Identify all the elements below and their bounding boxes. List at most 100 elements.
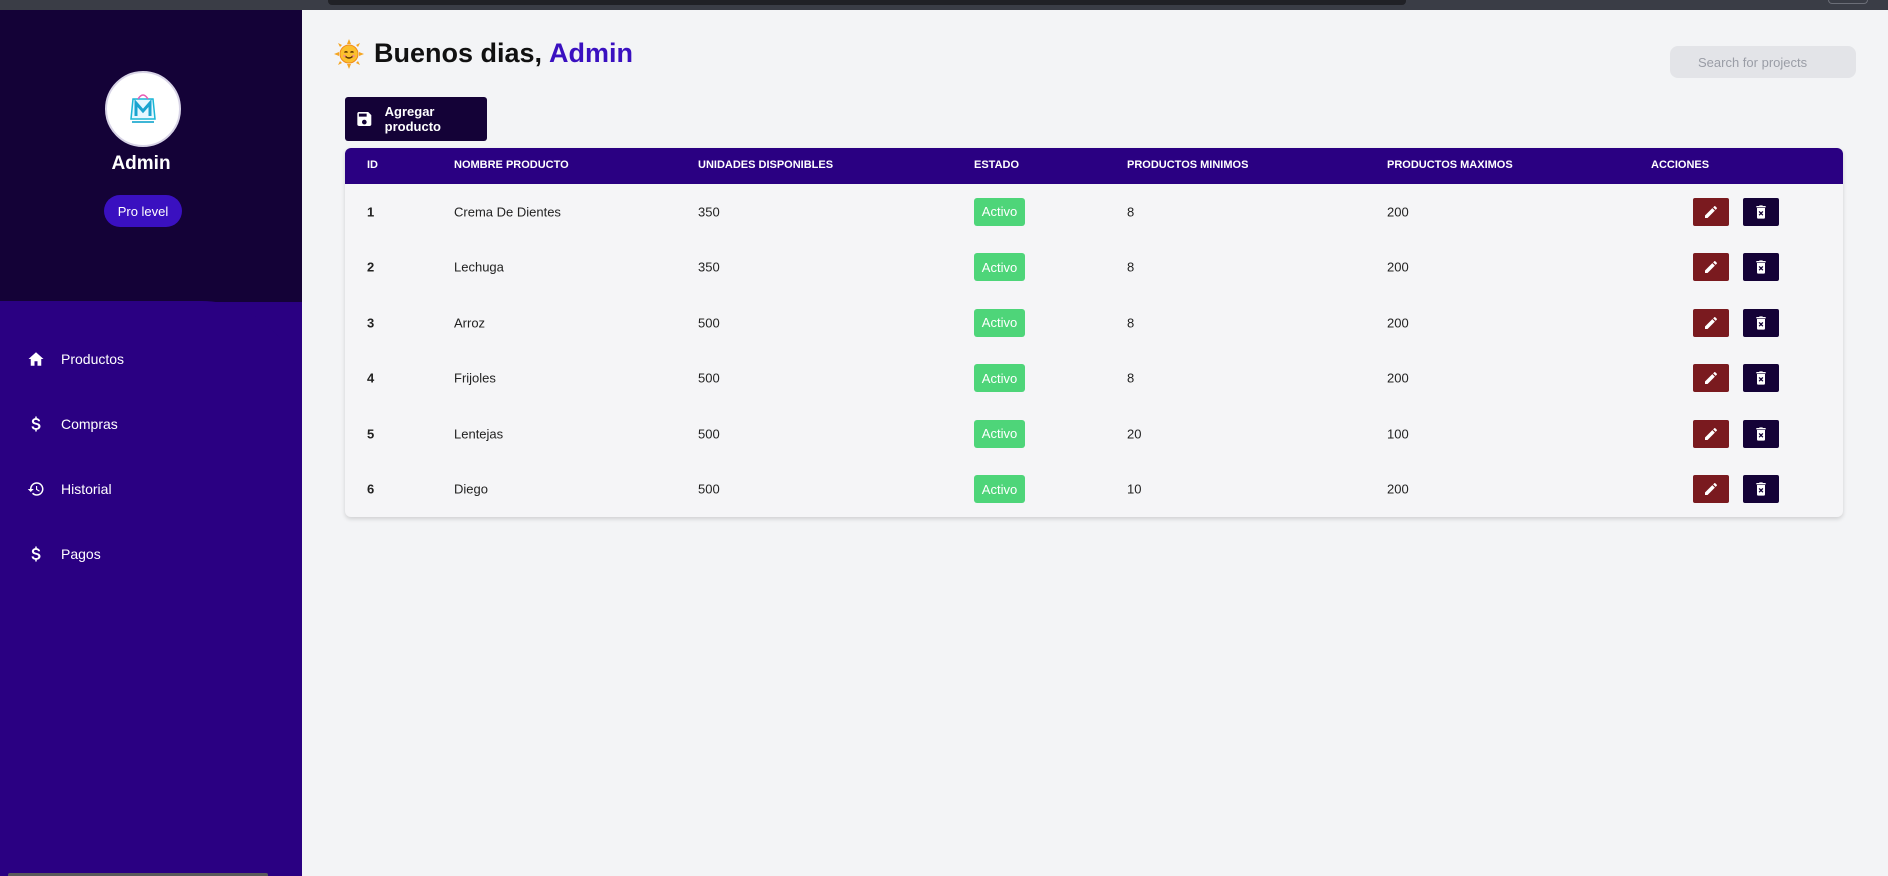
cell-name: Diego — [454, 481, 488, 497]
column-header-actions: ACCIONES — [1651, 159, 1710, 171]
save-icon — [357, 112, 372, 126]
row-actions — [1693, 308, 1779, 337]
address-bar — [328, 0, 1406, 5]
cell-units: 500 — [698, 315, 720, 331]
trash-icon — [1756, 427, 1766, 441]
page-title: Buenos dias, Admin — [334, 38, 633, 69]
status-badge: Activo — [974, 475, 1025, 504]
cell-units: 500 — [698, 370, 720, 386]
greeting-name: Admin — [549, 38, 634, 68]
cell-name: Arroz — [454, 315, 486, 331]
cell-id: 6 — [367, 481, 375, 497]
cell-min: 10 — [1127, 481, 1142, 497]
trash-icon — [1756, 482, 1766, 496]
table-row: 4 Frijoles 500 Activo 8 200 — [345, 351, 1843, 407]
cell-id: 4 — [367, 370, 375, 386]
home-icon — [26, 349, 46, 369]
add-product-button[interactable]: Agregar producto — [345, 97, 487, 141]
sidebar-item-compras[interactable]: Compras — [0, 391, 302, 456]
sidebar-item-label: Productos — [61, 350, 125, 367]
cell-min: 8 — [1127, 204, 1135, 220]
browser-control — [1828, 0, 1868, 4]
greeting-text: Buenos dias, — [374, 38, 543, 68]
cell-max: 200 — [1387, 370, 1409, 386]
cell-id: 5 — [367, 426, 375, 442]
delete-button[interactable] — [1743, 253, 1779, 282]
column-header-name[interactable]: NOMBRE PRODUCTO — [454, 159, 569, 171]
dollar-icon — [26, 414, 46, 434]
pencil-icon — [1705, 261, 1717, 274]
sidebar-nav: Productos Compras Historial Pagos — [0, 326, 302, 586]
delete-button[interactable] — [1743, 419, 1779, 448]
cell-min: 8 — [1127, 315, 1135, 331]
store-logo-icon — [130, 94, 156, 123]
pencil-icon — [1705, 427, 1717, 440]
trash-icon — [1756, 316, 1766, 330]
row-actions — [1693, 419, 1779, 448]
table-header: ID NOMBRE PRODUCTO UNIDADES DISPONIBLES … — [345, 148, 1843, 184]
cell-max: 200 — [1387, 259, 1409, 275]
cell-units: 500 — [698, 481, 720, 497]
row-actions — [1693, 475, 1779, 504]
delete-button[interactable] — [1743, 364, 1779, 393]
cell-units: 500 — [698, 426, 720, 442]
column-header-id[interactable]: ID — [367, 159, 378, 171]
trash-icon — [1756, 205, 1766, 219]
edit-button[interactable] — [1693, 364, 1729, 393]
add-product-label: Agregar producto — [384, 104, 441, 134]
search-input[interactable] — [1670, 46, 1856, 78]
user-name: Admin — [111, 153, 171, 174]
table-row: 3 Arroz 500 Activo 8 200 — [345, 295, 1843, 351]
column-header-state[interactable]: ESTADO — [974, 159, 1019, 171]
sidebar-item-productos[interactable]: Productos — [0, 326, 302, 391]
column-header-min[interactable]: PRODUCTOS MINIMOS — [1127, 159, 1248, 171]
dollar-icon — [26, 544, 46, 564]
cell-units: 350 — [698, 259, 720, 275]
sidebar-item-label: Historial — [61, 480, 112, 497]
status-badge: Activo — [974, 253, 1025, 282]
column-header-max[interactable]: PRODUCTOS MAXIMOS — [1387, 159, 1513, 171]
delete-button[interactable] — [1743, 475, 1779, 504]
cell-max: 200 — [1387, 204, 1409, 220]
table-row: 6 Diego 500 Activo 10 200 — [345, 462, 1843, 518]
delete-button[interactable] — [1743, 308, 1779, 337]
avatar[interactable] — [105, 71, 181, 147]
trash-icon — [1756, 371, 1766, 385]
edit-button[interactable] — [1693, 475, 1729, 504]
status-badge: Activo — [974, 308, 1025, 337]
pencil-icon — [1705, 316, 1717, 329]
pencil-icon — [1705, 483, 1717, 496]
pro-level-badge[interactable]: Pro level — [104, 195, 182, 227]
column-header-units[interactable]: UNIDADES DISPONIBLES — [698, 159, 833, 171]
edit-button[interactable] — [1693, 197, 1729, 226]
cell-id: 3 — [367, 315, 375, 331]
cell-id: 2 — [367, 259, 375, 275]
cell-id: 1 — [367, 204, 375, 220]
status-badge: Activo — [974, 419, 1025, 448]
edit-button[interactable] — [1693, 308, 1729, 337]
delete-button[interactable] — [1743, 197, 1779, 226]
sidebar-item-label: Pagos — [61, 545, 101, 562]
browser-top-strip — [0, 0, 1888, 10]
cell-units: 350 — [698, 204, 720, 220]
table-row: 2 Lechuga 350 Activo 8 200 — [345, 240, 1843, 296]
products-table: ID NOMBRE PRODUCTO UNIDADES DISPONIBLES … — [345, 148, 1843, 517]
pencil-icon — [1705, 205, 1717, 218]
cell-name: Lechuga — [454, 259, 504, 275]
sidebar-item-label: Compras — [61, 415, 118, 432]
status-badge: Activo — [974, 197, 1025, 226]
history-icon — [26, 479, 46, 499]
edit-button[interactable] — [1693, 253, 1729, 282]
row-actions — [1693, 253, 1779, 282]
cell-name: Crema De Dientes — [454, 204, 561, 220]
table-row: 1 Crema De Dientes 350 Activo 8 200 — [345, 184, 1843, 240]
sidebar-item-pagos[interactable]: Pagos — [0, 521, 302, 586]
status-badge: Activo — [974, 364, 1025, 393]
cell-name: Frijoles — [454, 370, 496, 386]
cell-min: 20 — [1127, 426, 1142, 442]
edit-button[interactable] — [1693, 419, 1729, 448]
sun-emoji-icon — [334, 38, 364, 69]
trash-icon — [1756, 260, 1766, 274]
sidebar-item-historial[interactable]: Historial — [0, 456, 302, 521]
sidebar: Admin Pro level Productos Compras Histor… — [0, 10, 302, 876]
